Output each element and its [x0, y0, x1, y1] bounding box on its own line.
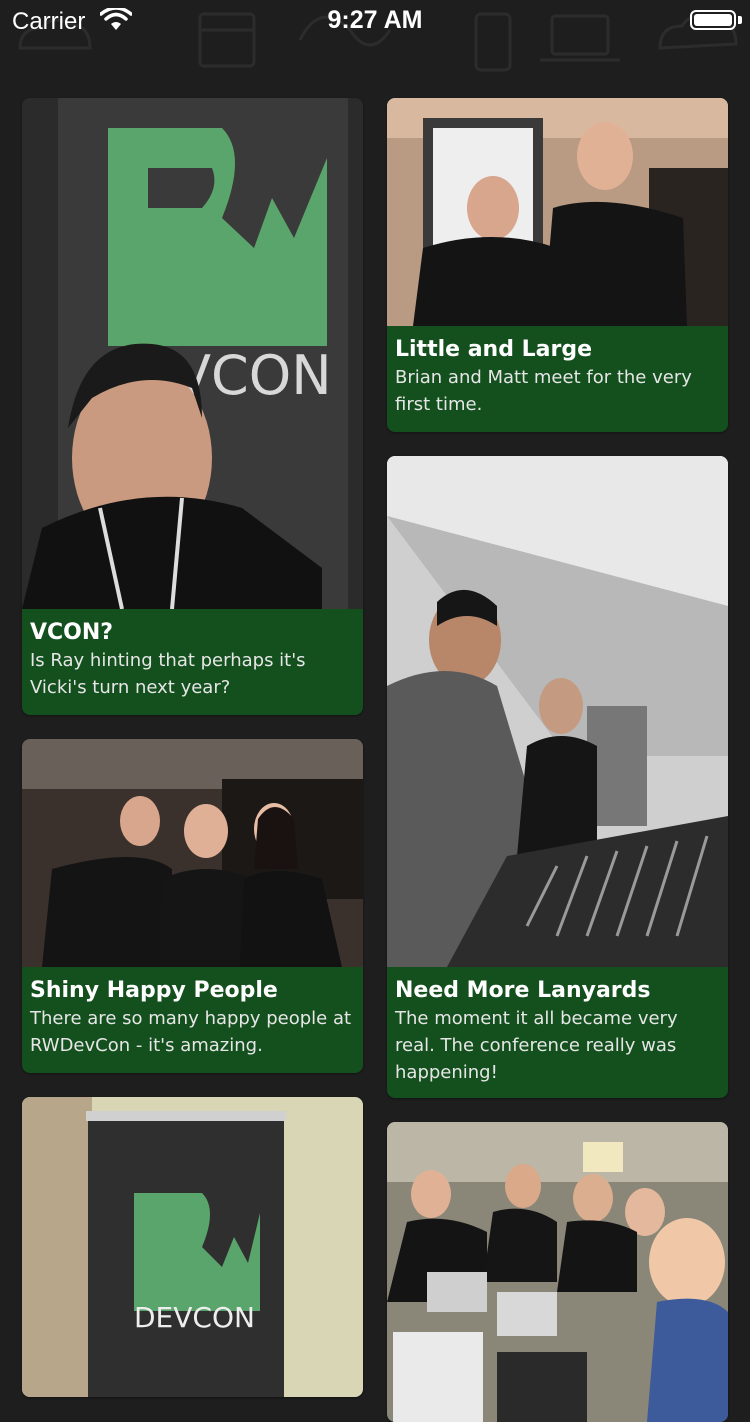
photo-image	[387, 456, 728, 967]
photo-title: Need More Lanyards	[395, 978, 651, 1003]
photo-comment: Brian and Matt meet for the very first t…	[395, 367, 692, 415]
photo-card-vcon[interactable]: EVCON VCON? Is Ray hinting that perhaps …	[22, 98, 363, 715]
battery-cap	[738, 16, 742, 24]
photo-caption: VCON? Is Ray hinting that perhaps it's V…	[22, 609, 363, 701]
photo-card-team-table[interactable]	[387, 1122, 728, 1422]
photo-comment: The moment it all became very real. The …	[395, 1008, 678, 1083]
photo-title: Shiny Happy People	[30, 978, 278, 1003]
status-time: 9:27 AM	[327, 6, 423, 34]
photo-image	[22, 739, 363, 967]
photo-card-devcon-banner[interactable]: DEVCON	[22, 1097, 363, 1397]
photo-comment: There are so many happy people at RWDevC…	[30, 1008, 352, 1056]
photo-title: Little and Large	[395, 337, 593, 362]
photo-card-need-more-lanyards[interactable]: Need More Lanyards The moment it all bec…	[387, 456, 728, 1098]
photo-caption: Little and Large Brian and Matt meet for…	[387, 326, 728, 418]
photo-caption: Shiny Happy People There are so many hap…	[22, 967, 363, 1059]
photo-title: VCON?	[30, 620, 114, 645]
photo-image: EVCON	[22, 98, 363, 609]
photo-card-shiny-happy-people[interactable]: Shiny Happy People There are so many hap…	[22, 739, 363, 1073]
photo-card-little-and-large[interactable]: Little and Large Brian and Matt meet for…	[387, 98, 728, 432]
banner-text: DEVCON	[134, 1301, 255, 1334]
photo-image	[387, 1122, 728, 1422]
photo-caption: Need More Lanyards The moment it all bec…	[387, 967, 728, 1086]
status-bar: Carrier 9:27 AM	[0, 0, 750, 40]
photo-comment: Is Ray hinting that perhaps it's Vicki's…	[30, 650, 306, 698]
photo-image	[387, 98, 728, 326]
photo-image: DEVCON	[22, 1097, 363, 1397]
battery-icon	[690, 10, 736, 30]
